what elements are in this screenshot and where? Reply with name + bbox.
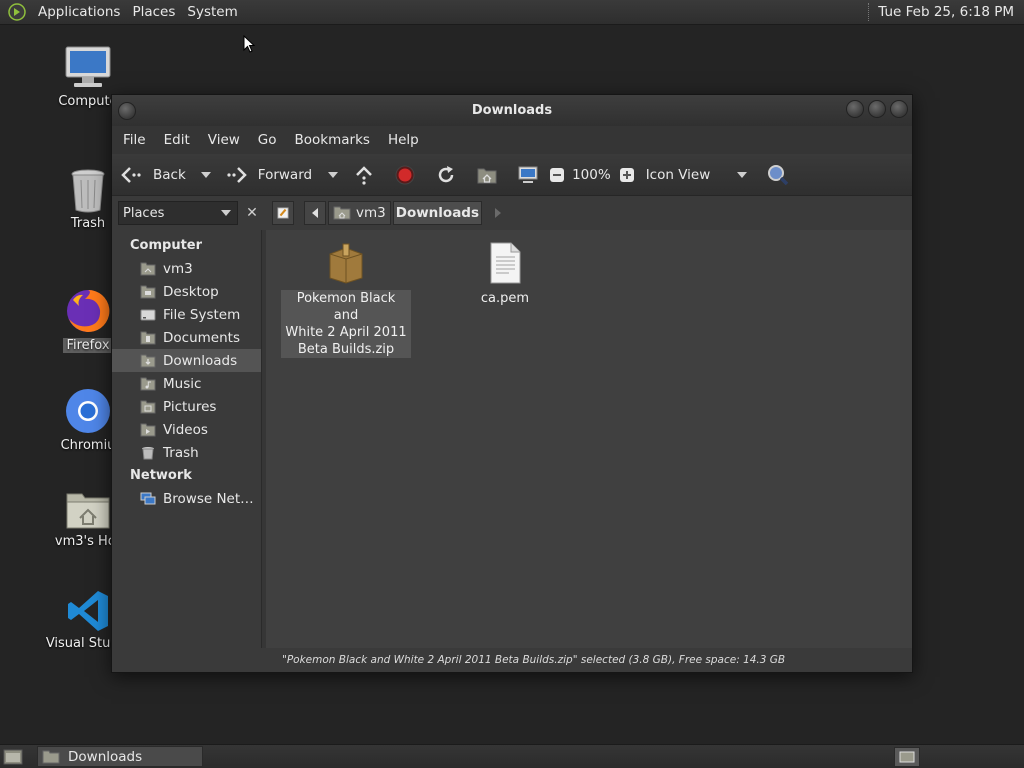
chevron-down-icon xyxy=(221,210,231,216)
menu-edit[interactable]: Edit xyxy=(157,132,197,148)
sidebar-header-network: Network xyxy=(130,468,192,483)
breadcrumb-vm3[interactable]: vm3 xyxy=(328,201,391,225)
menubar: File Edit View Go Bookmarks Help xyxy=(112,126,912,154)
trash-icon xyxy=(142,446,154,459)
zoom-in-icon[interactable] xyxy=(619,167,635,183)
location-bar: Places ✕ vm3 Downloads xyxy=(112,196,912,230)
minimize-button[interactable] xyxy=(846,100,864,118)
computer-icon[interactable] xyxy=(517,165,539,185)
pictures-folder-icon xyxy=(140,400,156,413)
forward-arrow-icon xyxy=(227,166,247,183)
applications-menu[interactable]: Applications xyxy=(32,4,126,20)
firefox-icon xyxy=(67,289,110,332)
bottom-panel: Downloads xyxy=(0,744,1024,768)
home-folder-icon xyxy=(66,493,110,529)
downloads-folder-icon xyxy=(140,354,156,367)
places-sidebar: Computer vm3 Desktop File System Documen… xyxy=(112,230,262,648)
workspace-icon xyxy=(899,751,915,763)
videos-folder-icon xyxy=(140,423,156,436)
home-icon[interactable] xyxy=(476,165,498,185)
music-folder-icon xyxy=(140,377,156,390)
close-sidebar-icon[interactable]: ✕ xyxy=(242,203,262,223)
panel-separator xyxy=(868,3,870,21)
file-item-ca-pem[interactable]: ca.pem xyxy=(440,242,570,307)
taskbar-button-downloads[interactable]: Downloads xyxy=(37,746,203,767)
chevron-left-icon xyxy=(312,208,318,218)
system-menu[interactable]: System xyxy=(181,4,243,20)
file-item-zip[interactable]: Pokemon Black and White 2 April 2011 Bet… xyxy=(281,242,411,358)
text-file-icon xyxy=(490,242,521,284)
window-title: Downloads xyxy=(471,103,553,118)
menu-view[interactable]: View xyxy=(201,132,247,148)
places-menu[interactable]: Places xyxy=(126,4,181,20)
menu-help[interactable]: Help xyxy=(381,132,426,148)
home-folder-icon xyxy=(333,206,351,220)
edit-icon xyxy=(277,207,289,219)
sidebar-item-file-system[interactable]: File System xyxy=(112,303,261,326)
back-history-dropdown[interactable] xyxy=(200,171,211,178)
top-panel: Applications Places System Tue Feb 25, 6… xyxy=(0,0,1024,25)
reload-icon[interactable] xyxy=(435,164,457,186)
window-menu-button[interactable] xyxy=(118,102,136,120)
clock[interactable]: Tue Feb 25, 6:18 PM xyxy=(878,4,1014,20)
show-desktop-icon[interactable] xyxy=(3,748,23,766)
vscode-icon xyxy=(68,591,108,631)
workspace-switcher[interactable] xyxy=(894,747,920,767)
network-icon xyxy=(140,492,156,504)
sidebar-item-vm3[interactable]: vm3 xyxy=(112,257,261,280)
sidebar-item-downloads[interactable]: Downloads xyxy=(112,349,261,372)
menu-go[interactable]: Go xyxy=(251,132,284,148)
forward-button[interactable]: Forward xyxy=(225,165,312,185)
mate-logo-icon[interactable] xyxy=(8,3,26,21)
chromium-icon xyxy=(66,389,110,433)
sidebar-item-trash[interactable]: Trash xyxy=(112,441,261,464)
sidebar-item-browse-network[interactable]: Browse Net… xyxy=(112,487,261,510)
computer-icon xyxy=(65,46,111,87)
sidebar-header-computer: Computer xyxy=(130,238,203,253)
breadcrumb-scroll-left[interactable] xyxy=(304,201,326,225)
sidebar-item-videos[interactable]: Videos xyxy=(112,418,261,441)
sidebar-item-documents[interactable]: Documents xyxy=(112,326,261,349)
trash-icon xyxy=(71,169,105,213)
sidebar-item-pictures[interactable]: Pictures xyxy=(112,395,261,418)
status-bar: "Pokemon Black and White 2 April 2011 Be… xyxy=(112,648,912,672)
home-folder-icon xyxy=(140,262,156,275)
sidebar-item-desktop[interactable]: Desktop xyxy=(112,280,261,303)
sidebar-type-select[interactable]: Places xyxy=(118,201,238,225)
file-manager-window: Downloads File Edit View Go Bookmarks He… xyxy=(111,94,913,673)
desktop-folder-icon xyxy=(140,285,156,298)
close-button[interactable] xyxy=(890,100,908,118)
drive-icon xyxy=(140,309,156,320)
stop-icon[interactable] xyxy=(394,164,416,186)
window-titlebar[interactable]: Downloads xyxy=(112,95,912,126)
view-mode-select[interactable]: Icon View xyxy=(646,167,732,183)
toolbar: Back Forward 100% Icon View xyxy=(112,154,912,196)
status-text: "Pokemon Black and White 2 April 2011 Be… xyxy=(282,654,786,666)
sidebar-item-music[interactable]: Music xyxy=(112,372,261,395)
maximize-button[interactable] xyxy=(868,100,886,118)
mouse-cursor-icon xyxy=(243,35,256,53)
forward-history-dropdown[interactable] xyxy=(328,171,339,178)
file-icon-view[interactable]: Pokemon Black and White 2 April 2011 Bet… xyxy=(262,230,912,648)
content-area: Computer vm3 Desktop File System Documen… xyxy=(112,230,912,648)
folder-icon xyxy=(42,750,60,763)
breadcrumb-downloads[interactable]: Downloads xyxy=(392,201,483,225)
toggle-location-entry-button[interactable] xyxy=(272,201,294,225)
back-button[interactable]: Back xyxy=(120,165,186,185)
back-arrow-icon xyxy=(121,166,141,183)
view-mode-dropdown-icon[interactable] xyxy=(736,171,747,178)
documents-folder-icon xyxy=(140,331,156,344)
up-arrow-icon[interactable] xyxy=(353,164,375,186)
menu-bookmarks[interactable]: Bookmarks xyxy=(288,132,377,148)
menu-file[interactable]: File xyxy=(116,132,153,148)
chevron-right-icon[interactable] xyxy=(494,208,502,218)
search-icon[interactable] xyxy=(766,163,790,187)
zoom-out-icon[interactable] xyxy=(549,167,565,183)
archive-icon xyxy=(329,243,363,284)
zoom-level[interactable]: 100% xyxy=(572,167,611,183)
